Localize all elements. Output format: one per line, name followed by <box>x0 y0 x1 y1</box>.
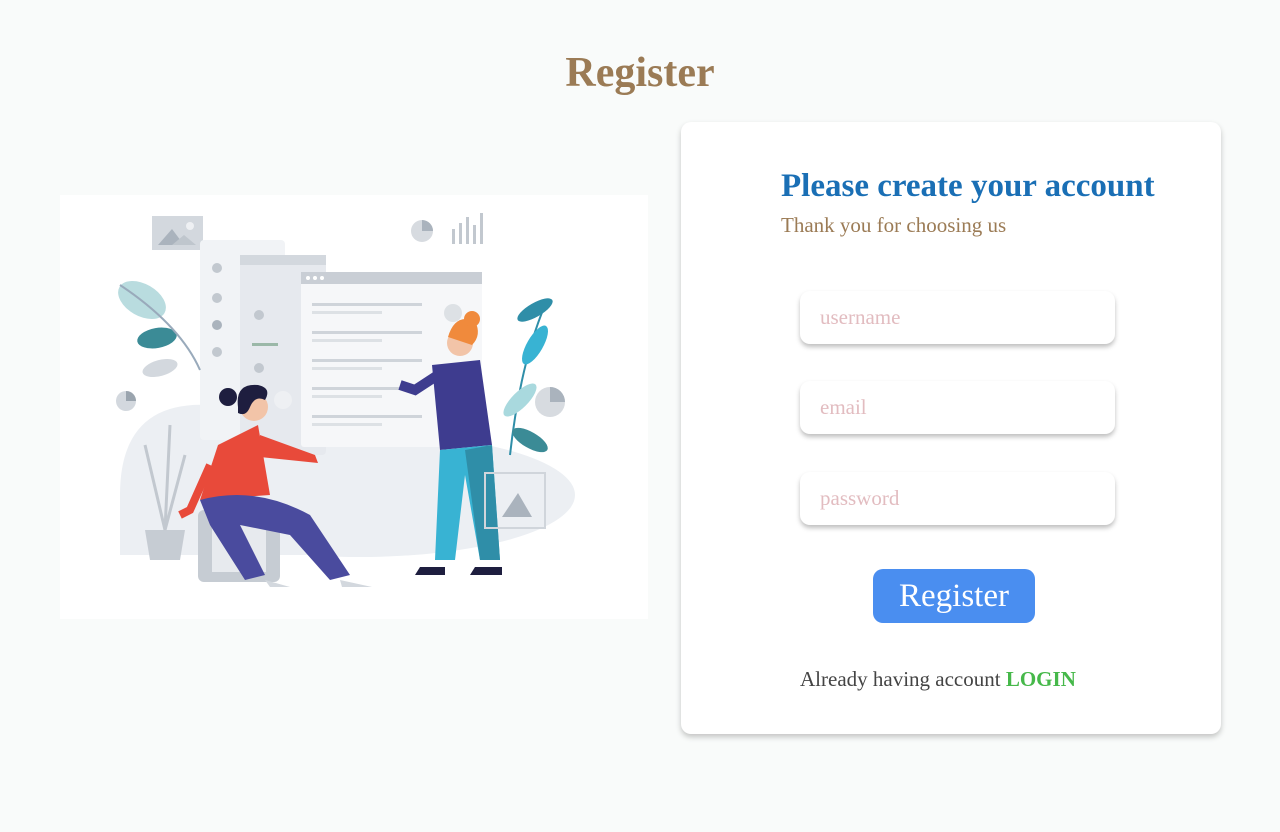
login-prompt: Already having account LOGIN <box>800 666 1076 692</box>
page-title: Register <box>565 50 715 96</box>
form-subheading: Thank you for choosing us <box>781 213 1007 237</box>
email-input[interactable] <box>800 381 1115 434</box>
login-prompt-text: Already having account <box>800 667 1001 691</box>
form-heading: Please create your account <box>781 168 1155 204</box>
register-button[interactable]: Register <box>873 569 1035 623</box>
login-link[interactable]: LOGIN <box>1006 667 1076 691</box>
username-input[interactable] <box>800 291 1115 344</box>
team-collaboration-illustration <box>60 195 648 619</box>
register-card: Please create your account Thank you for… <box>681 122 1221 734</box>
register-page: Register Please create your account Than… <box>0 0 1280 832</box>
password-input[interactable] <box>800 472 1115 525</box>
